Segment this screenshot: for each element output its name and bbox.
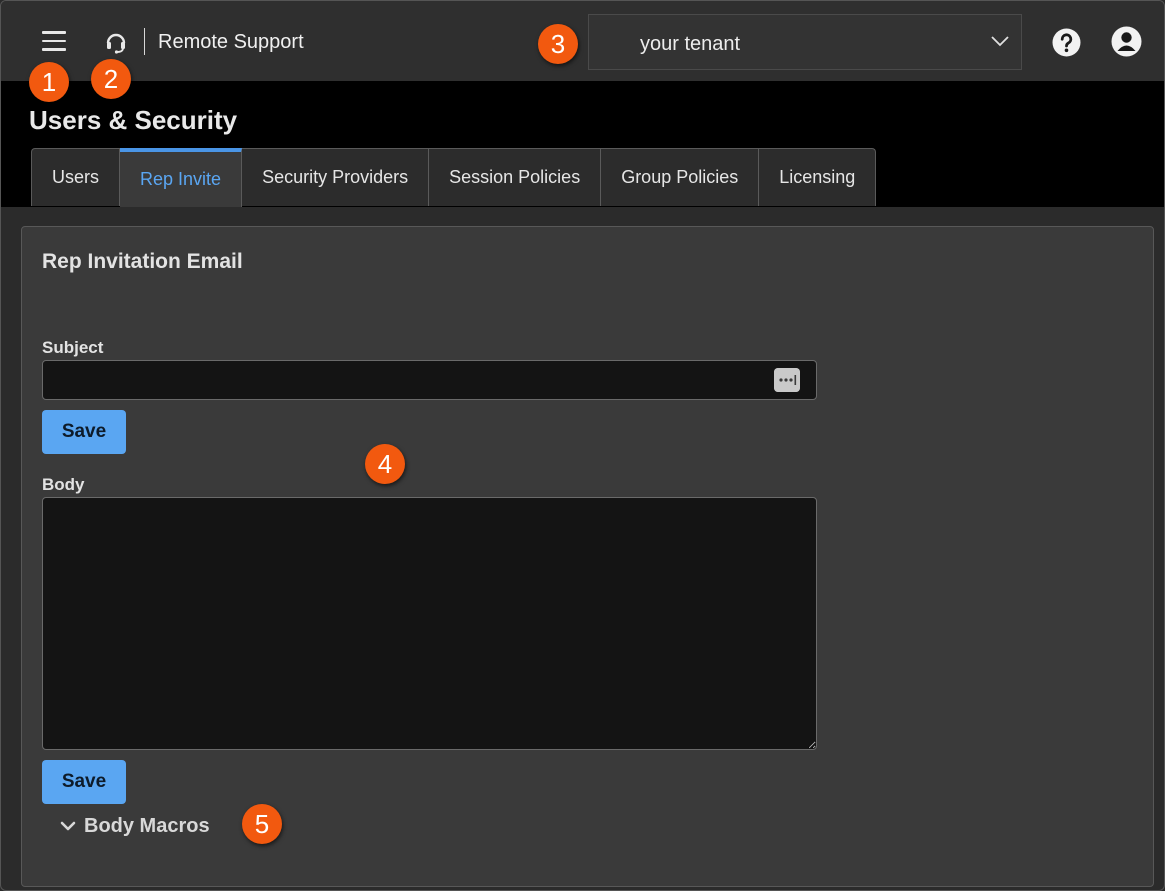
- page-header: Users & Security Users Rep Invite Securi…: [1, 81, 1164, 207]
- tab-bar: Users Rep Invite Security Providers Sess…: [31, 148, 877, 207]
- chevron-down-icon: [60, 821, 76, 831]
- tenant-select-value: your tenant: [640, 33, 741, 55]
- panel-title: Rep Invitation Email: [42, 250, 243, 273]
- tab-licensing[interactable]: Licensing: [759, 148, 877, 206]
- tab-group-policies[interactable]: Group Policies: [601, 148, 760, 206]
- subject-label: Subject: [42, 338, 104, 357]
- callout-badge: 1: [29, 62, 69, 102]
- body-textarea[interactable]: [42, 497, 817, 750]
- app-window: Remote Support your tenant Users & Secur…: [0, 0, 1165, 891]
- hamburger-icon[interactable]: [42, 31, 66, 51]
- subject-input[interactable]: [42, 360, 817, 400]
- chevron-down-icon: [991, 36, 1009, 47]
- user-account-icon[interactable]: [1111, 26, 1142, 57]
- callout-badge: 4: [365, 444, 405, 484]
- body-macros-toggle[interactable]: Body Macros: [60, 812, 210, 840]
- headset-icon: [106, 33, 126, 54]
- tab-security-providers[interactable]: Security Providers: [242, 148, 430, 206]
- app-title: Remote Support: [158, 31, 304, 53]
- top-bar: Remote Support your tenant: [1, 1, 1164, 81]
- insert-macro-icon[interactable]: [774, 368, 800, 392]
- callout-badge: 2: [91, 59, 131, 99]
- tenant-select[interactable]: your tenant: [588, 14, 1022, 70]
- save-subject-button[interactable]: Save: [42, 410, 126, 454]
- page-title: Users & Security: [29, 105, 238, 135]
- callout-badge: 3: [538, 24, 578, 64]
- callout-badge: 5: [242, 804, 282, 844]
- tab-users[interactable]: Users: [31, 148, 121, 206]
- tab-rep-invite[interactable]: Rep Invite: [120, 148, 243, 207]
- body-label: Body: [42, 475, 85, 494]
- save-body-button[interactable]: Save: [42, 760, 126, 804]
- body-macros-label: Body Macros: [84, 814, 210, 837]
- brand-divider: [144, 28, 145, 55]
- tab-session-policies[interactable]: Session Policies: [429, 148, 602, 206]
- help-icon[interactable]: [1052, 28, 1081, 57]
- rep-invitation-panel: Rep Invitation Email Subject Save Body S…: [21, 226, 1154, 887]
